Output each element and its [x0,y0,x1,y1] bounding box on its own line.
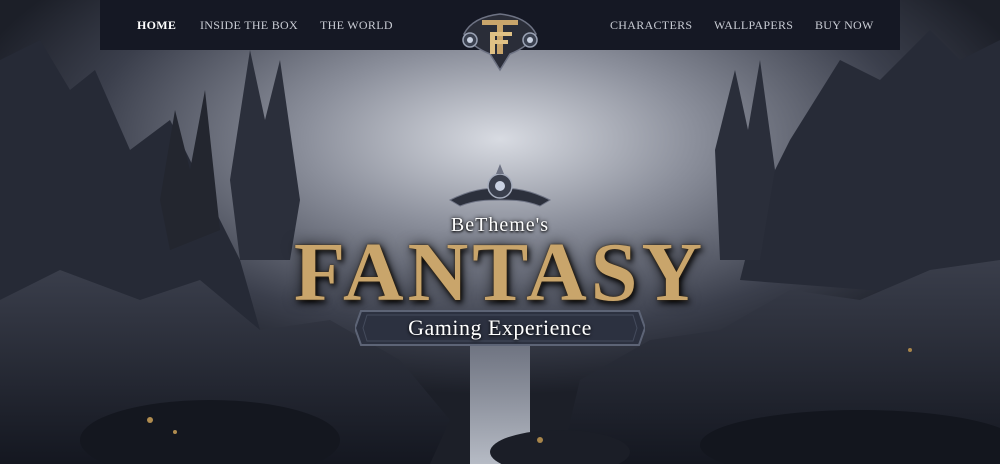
nav-the-world[interactable]: THE WORLD [320,0,393,50]
hero-tagline: Gaming Experience [408,315,592,340]
emblem-crest-icon [448,164,552,207]
nav-wallpapers[interactable]: WALLPAPERS [714,0,793,50]
nav-home[interactable]: HOME [137,0,176,50]
nav-inside-the-box[interactable]: INSIDE THE BOX [200,0,298,50]
nav-characters[interactable]: CHARACTERS [610,0,692,50]
nav-buy-now[interactable]: BUY NOW [815,0,874,50]
ornate-tf-monogram-logo[interactable] [450,4,550,74]
